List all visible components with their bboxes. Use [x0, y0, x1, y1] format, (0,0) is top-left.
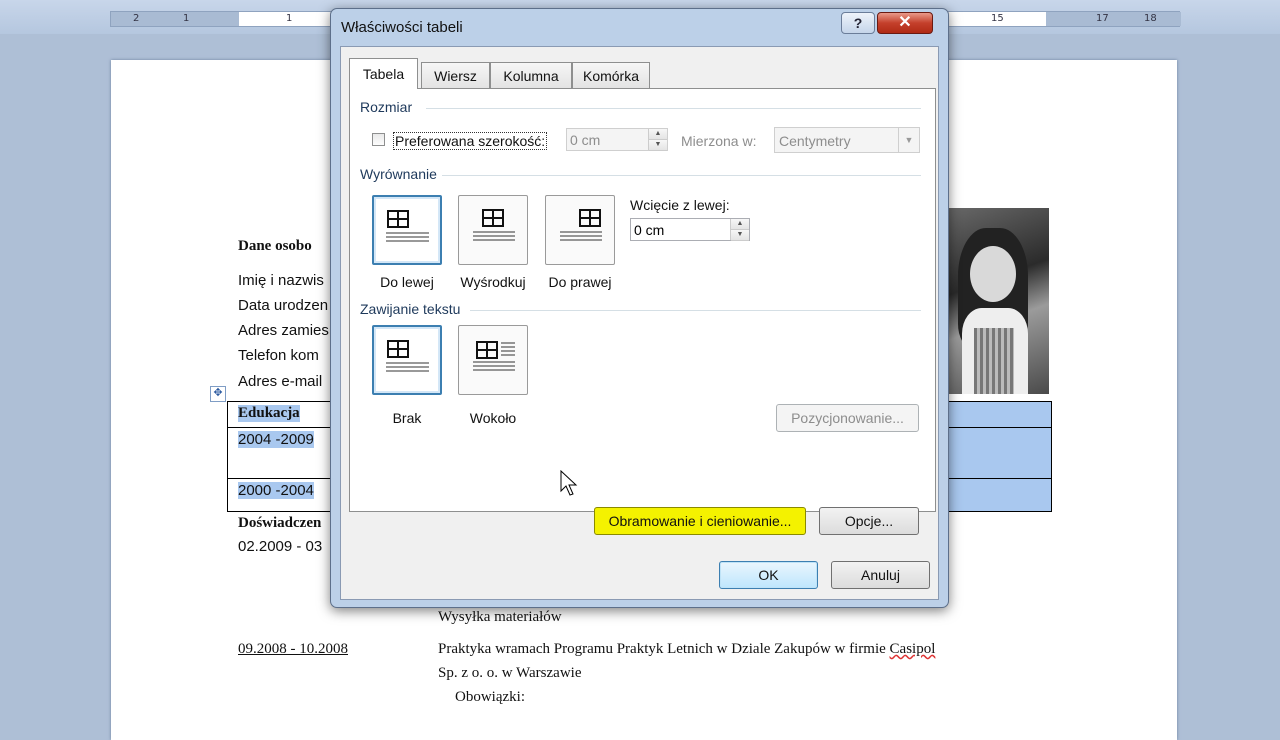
spin-up-icon[interactable]: ▲ [731, 219, 749, 230]
separator [470, 310, 921, 311]
wrap-around-label: Wokoło [469, 410, 517, 426]
tab-kolumna[interactable]: Kolumna [490, 62, 572, 88]
align-center-icon [473, 209, 515, 241]
doc-line-company: Sp. z o. o. w Warszawie [438, 665, 582, 681]
help-button[interactable]: ? [841, 12, 875, 34]
table-properties-dialog[interactable]: Właściwości tabeli ? ✕ Tabela Wiersz Kol… [330, 8, 949, 608]
wrap-around-option[interactable] [458, 325, 528, 395]
wrap-none-label: Brak [392, 410, 422, 426]
doc-line: Adres e-mail [238, 373, 323, 390]
doc-line-duties: Obowiązki: [455, 689, 525, 705]
edu-row-date: 2000 -2004 [238, 482, 314, 499]
tab-tabela[interactable]: Tabela [349, 58, 418, 89]
ruler-tick: 18 [1144, 13, 1157, 24]
dialog-client: Tabela Wiersz Kolumna Komórka Rozmiar Pr… [340, 46, 939, 600]
align-right-icon [560, 209, 602, 241]
align-left-icon [386, 210, 429, 242]
wrap-none-icon [386, 340, 429, 372]
ruler-tick: 1 [286, 13, 293, 24]
preferred-width-label: Preferowana szerokość: [393, 132, 548, 150]
positioning-button[interactable]: Pozycjonowanie... [776, 404, 919, 432]
spin-down-icon[interactable]: ▼ [731, 230, 749, 241]
doc-text-misspelled: Casipol [889, 641, 936, 657]
ruler-margin-left [111, 12, 239, 26]
section-size: Rozmiar [360, 99, 413, 115]
indent-value: 0 cm [634, 222, 665, 238]
align-center-label: Wyśrodkuj [460, 274, 526, 290]
mouse-cursor-icon [560, 470, 578, 496]
dialog-title: Właściwości tabeli [341, 19, 463, 36]
align-right-option[interactable] [545, 195, 615, 265]
spin-down-icon[interactable]: ▼ [649, 140, 667, 151]
doc-heading-experience: Doświadczen [238, 515, 322, 531]
edu-row-date: 2004 -2009 [238, 431, 314, 448]
measured-in-select[interactable]: Centymetry ▼ [774, 127, 920, 153]
ok-button[interactable]: OK [719, 561, 818, 589]
ruler-tick: 15 [991, 13, 1004, 24]
close-button[interactable]: ✕ [877, 12, 933, 34]
measured-in-value: Centymetry [779, 133, 851, 149]
options-button[interactable]: Opcje... [819, 507, 919, 535]
doc-line: Telefon kom [238, 347, 319, 364]
doc-line: Data urodzen [238, 297, 329, 314]
exp-date: 02.2009 - 03 [238, 538, 323, 555]
align-right-label: Do prawej [548, 274, 612, 290]
doc-line: Imię i nazwis [238, 272, 324, 289]
ruler-margin-right [1046, 12, 1181, 26]
align-left-option[interactable] [372, 195, 442, 265]
align-center-option[interactable] [458, 195, 528, 265]
separator [442, 175, 921, 176]
borders-shading-button[interactable]: Obramowanie i cieniowanie... [594, 507, 806, 535]
ruler-tick: 17 [1096, 13, 1109, 24]
section-alignment: Wyrównanie [360, 166, 437, 182]
doc-heading-personal: Dane osobo [238, 238, 312, 254]
profile-photo [940, 208, 1049, 394]
indent-label: Wcięcie z lewej: [630, 197, 730, 213]
preferred-width-value: 0 cm [570, 132, 601, 148]
doc-text: Praktyka wramach Programu Praktyk Letnic… [438, 641, 890, 657]
align-left-label: Do lewej [380, 274, 434, 290]
doc-line-shipping: Wysyłka materiałów [438, 609, 562, 625]
table-move-handle-icon[interactable]: ✥ [210, 386, 226, 402]
exp-date: 09.2008 - 10.2008 [238, 641, 348, 657]
preferred-width-spinner[interactable]: 0 cm ▲ ▼ [566, 128, 668, 151]
measured-in-label: Mierzona w: [681, 133, 757, 149]
tab-wiersz[interactable]: Wiersz [421, 62, 490, 88]
chevron-down-icon[interactable]: ▼ [898, 128, 919, 152]
ruler-tick: 2 [133, 13, 140, 24]
ruler-tick: 1 [183, 13, 190, 24]
cancel-button[interactable]: Anuluj [831, 561, 930, 589]
wrap-none-option[interactable] [372, 325, 442, 395]
section-text-wrapping: Zawijanie tekstu [360, 301, 461, 317]
indent-spinner[interactable]: 0 cm ▲ ▼ [630, 218, 750, 241]
dialog-titlebar[interactable]: Właściwości tabeli ? ✕ [331, 9, 948, 47]
wrap-around-icon [473, 341, 515, 371]
spin-up-icon[interactable]: ▲ [649, 129, 667, 140]
tab-komorka[interactable]: Komórka [572, 62, 650, 88]
doc-line-internship: Praktyka wramach Programu Praktyk Letnic… [438, 641, 935, 658]
doc-line: Adres zamies [238, 322, 329, 339]
tab-panel-tabela: Rozmiar Preferowana szerokość: 0 cm ▲ ▼ M… [349, 88, 936, 535]
preferred-width-checkbox[interactable] [372, 133, 385, 146]
doc-heading-education: Edukacja [238, 405, 300, 422]
separator [426, 108, 921, 109]
